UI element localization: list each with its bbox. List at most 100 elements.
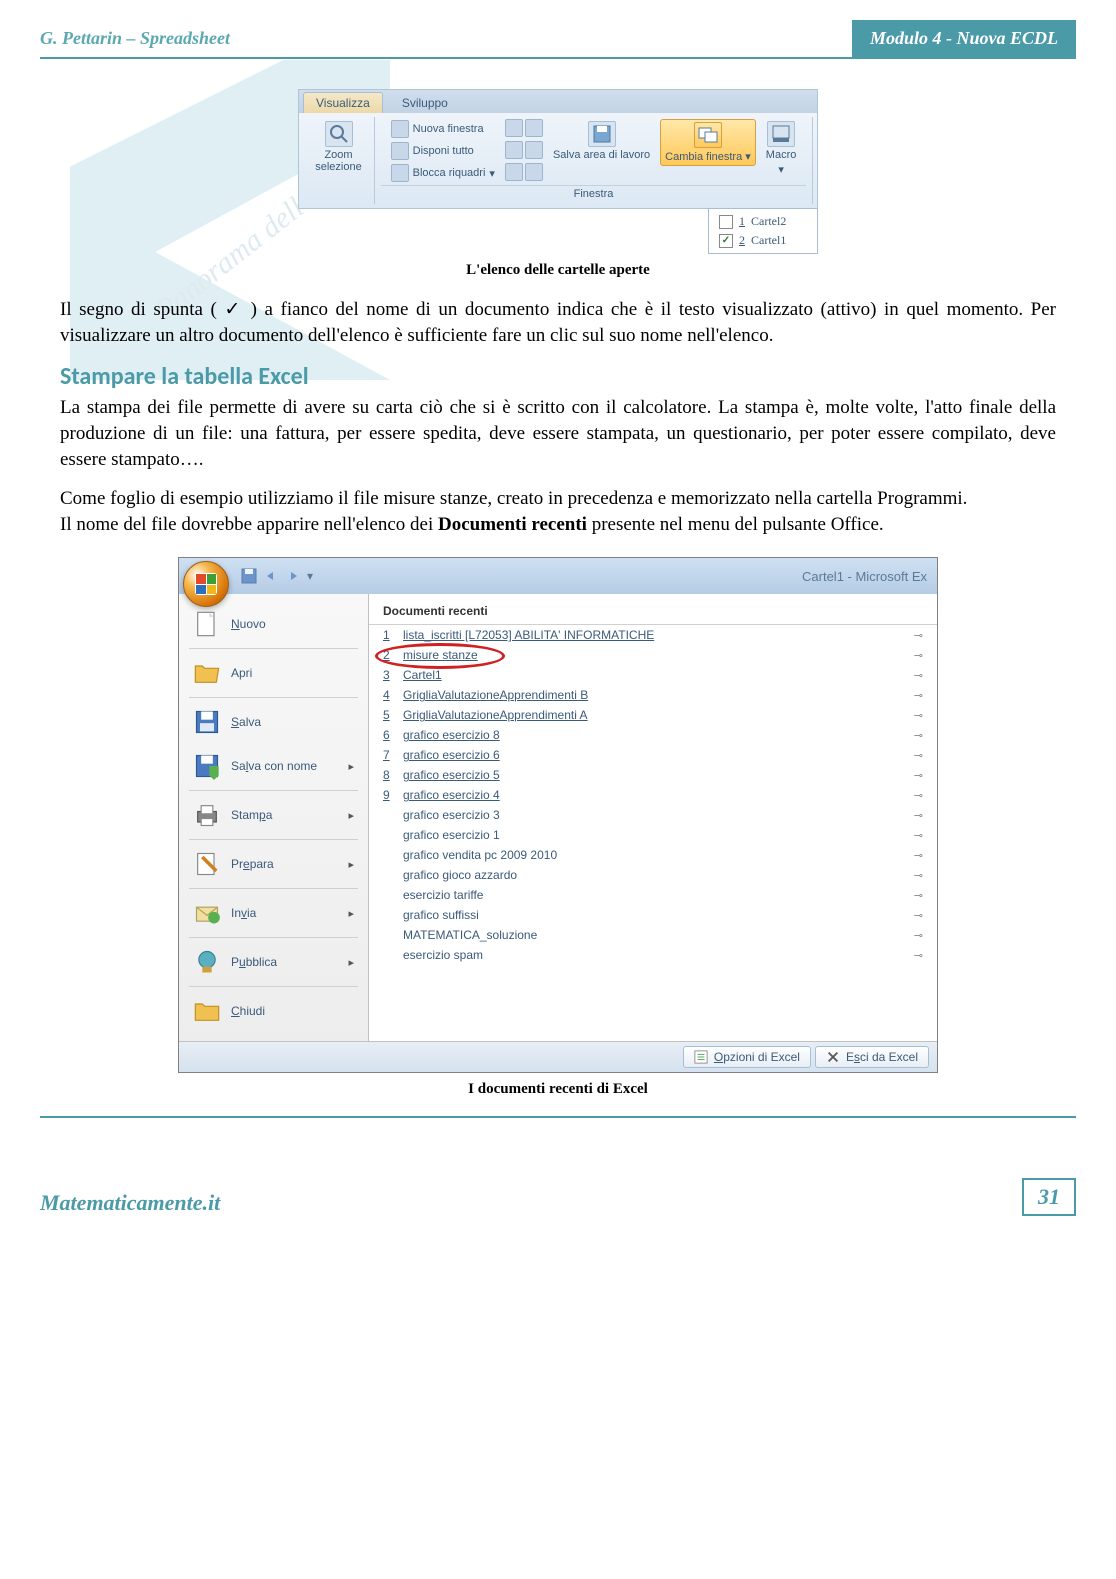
macro-button[interactable]: Macro ▾ xyxy=(762,119,801,178)
window-item-2[interactable]: ✓ 2 Cartel1 xyxy=(709,231,817,250)
paragraph-4: Il nome del file dovrebbe apparire nell'… xyxy=(60,512,1056,538)
window-title: Cartel1 - Microsoft Ex xyxy=(802,569,927,584)
pin-icon[interactable]: ⊸ xyxy=(914,789,923,802)
zoom-selection-label: Zoom selezione xyxy=(313,149,364,173)
recent-doc-item[interactable]: grafico gioco azzardo⊸ xyxy=(369,865,937,885)
recent-doc-item[interactable]: 4GrigliaValutazioneApprendimenti B⊸ xyxy=(369,685,937,705)
footer-brand: Matematicamente.it xyxy=(40,1190,220,1216)
recent-doc-item[interactable]: 8grafico esercizio 5⊸ xyxy=(369,765,937,785)
menu-stampa[interactable]: Stampa ▸ xyxy=(179,793,368,837)
close-folder-icon xyxy=(193,997,221,1025)
section-title: Stampare la tabella Excel xyxy=(60,362,1056,391)
hide-icon[interactable] xyxy=(505,141,523,159)
recent-doc-item[interactable]: 7grafico esercizio 6⊸ xyxy=(369,745,937,765)
office-logo-icon xyxy=(195,573,217,595)
check-icon-active: ✓ xyxy=(719,234,733,248)
recent-doc-item[interactable]: 2misure stanze⊸ xyxy=(369,645,937,665)
arrange-all-button[interactable]: Disponi tutto xyxy=(387,141,499,161)
menu-prepara[interactable]: Prepara ▸ xyxy=(179,842,368,886)
sync-scroll-icon[interactable] xyxy=(525,141,543,159)
office-menu-screenshot: ▾ Cartel1 - Microsoft Ex Nuovo Apri Salv… xyxy=(178,557,938,1073)
window-group-label: Finestra xyxy=(381,185,806,202)
pin-icon[interactable]: ⊸ xyxy=(914,689,923,702)
exit-excel-button[interactable]: Esci da Excel xyxy=(815,1046,929,1068)
pin-icon[interactable]: ⊸ xyxy=(914,649,923,662)
pin-icon[interactable]: ⊸ xyxy=(914,909,923,922)
header-module: Modulo 4 - Nuova ECDL xyxy=(852,20,1076,57)
submenu-arrow-icon: ▸ xyxy=(348,956,354,969)
recent-doc-item[interactable]: grafico vendita pc 2009 2010⊸ xyxy=(369,845,937,865)
undo-icon[interactable] xyxy=(263,568,279,584)
menu-chiudi[interactable]: Chiudi xyxy=(179,989,368,1033)
unhide-icon[interactable] xyxy=(505,163,523,181)
pin-icon[interactable]: ⊸ xyxy=(914,849,923,862)
ribbon-screenshot: Visualizza Sviluppo Zoom selezione Nuo xyxy=(298,89,818,254)
split-icon[interactable] xyxy=(505,119,523,137)
pin-icon[interactable]: ⊸ xyxy=(914,829,923,842)
pin-icon[interactable]: ⊸ xyxy=(914,949,923,962)
pin-icon[interactable]: ⊸ xyxy=(914,809,923,822)
pin-icon[interactable]: ⊸ xyxy=(914,929,923,942)
figure1-caption: L'elenco delle cartelle aperte xyxy=(60,262,1056,279)
menu-salva-nome[interactable]: Salva con nome ▸ xyxy=(179,744,368,788)
save-icon[interactable] xyxy=(241,568,257,584)
recent-docs-header: Documenti recenti xyxy=(369,600,937,625)
recent-doc-item[interactable]: esercizio spam⊸ xyxy=(369,945,937,965)
pin-icon[interactable]: ⊸ xyxy=(914,769,923,782)
menu-separator xyxy=(189,648,358,649)
pin-icon[interactable]: ⊸ xyxy=(914,629,923,642)
publish-icon xyxy=(193,948,221,976)
pin-icon[interactable]: ⊸ xyxy=(914,729,923,742)
recent-doc-item[interactable]: 1lista_iscritti [L72053] ABILITA' INFORM… xyxy=(369,625,937,645)
print-icon xyxy=(193,801,221,829)
menu-salva[interactable]: Salva xyxy=(179,700,368,744)
pin-icon[interactable]: ⊸ xyxy=(914,749,923,762)
tab-sviluppo[interactable]: Sviluppo xyxy=(389,92,461,113)
reset-pos-icon[interactable] xyxy=(525,163,543,181)
save-ws-icon xyxy=(588,121,616,147)
freeze-icon xyxy=(391,164,409,182)
pin-icon[interactable]: ⊸ xyxy=(914,889,923,902)
menu-apri[interactable]: Apri xyxy=(179,651,368,695)
freeze-panes-button[interactable]: Blocca riquadri ▾ xyxy=(387,163,499,183)
new-window-icon xyxy=(391,120,409,138)
window-item-1[interactable]: 1 Cartel2 xyxy=(709,212,817,231)
recent-doc-item[interactable]: 6grafico esercizio 8⊸ xyxy=(369,725,937,745)
prepare-icon xyxy=(193,850,221,878)
save-workspace-button[interactable]: Salva area di lavoro xyxy=(549,119,654,163)
new-file-icon xyxy=(193,610,221,638)
tab-visualizza[interactable]: Visualizza xyxy=(303,92,383,113)
header-rule xyxy=(40,57,1076,59)
exit-icon xyxy=(826,1050,840,1064)
recent-doc-item[interactable]: esercizio tariffe⊸ xyxy=(369,885,937,905)
recent-doc-item[interactable]: 3Cartel1⊸ xyxy=(369,665,937,685)
save-ws-label: Salva area di lavoro xyxy=(553,149,650,161)
excel-options-button[interactable]: Opzioni di Excel xyxy=(683,1046,811,1068)
recent-doc-item[interactable]: grafico suffissi⊸ xyxy=(369,905,937,925)
pin-icon[interactable]: ⊸ xyxy=(914,669,923,682)
redo-icon[interactable] xyxy=(285,568,301,584)
zoom-selection-button[interactable]: Zoom selezione xyxy=(309,119,368,175)
pin-icon[interactable]: ⊸ xyxy=(914,709,923,722)
menu-pubblica[interactable]: Pubblica ▸ xyxy=(179,940,368,984)
view-side-icon[interactable] xyxy=(525,119,543,137)
switch-windows-button[interactable]: Cambia finestra ▾ xyxy=(660,119,756,166)
page-number: 31 xyxy=(1022,1178,1076,1216)
switch-win-icon xyxy=(694,122,722,148)
menu-nuovo[interactable]: Nuovo xyxy=(179,602,368,646)
recent-doc-item[interactable]: MATEMATICA_soluzione⊸ xyxy=(369,925,937,945)
save-as-icon xyxy=(193,752,221,780)
qat-dropdown-icon[interactable]: ▾ xyxy=(307,569,313,583)
recent-doc-item[interactable]: 5GrigliaValutazioneApprendimenti A⊸ xyxy=(369,705,937,725)
new-window-button[interactable]: Nuova finestra xyxy=(387,119,499,139)
recent-doc-item[interactable]: 9grafico esercizio 4⊸ xyxy=(369,785,937,805)
recent-doc-item[interactable]: grafico esercizio 1⊸ xyxy=(369,825,937,845)
options-icon xyxy=(694,1050,708,1064)
pin-icon[interactable]: ⊸ xyxy=(914,869,923,882)
office-menu-right: Documenti recenti 1lista_iscritti [L7205… xyxy=(369,594,937,1041)
check-icon xyxy=(719,215,733,229)
paragraph-1: Il segno di spunta ( ✓ ) a fianco del no… xyxy=(60,297,1056,348)
recent-doc-item[interactable]: grafico esercizio 3⊸ xyxy=(369,805,937,825)
open-folder-icon xyxy=(193,659,221,687)
menu-invia[interactable]: Invia ▸ xyxy=(179,891,368,935)
